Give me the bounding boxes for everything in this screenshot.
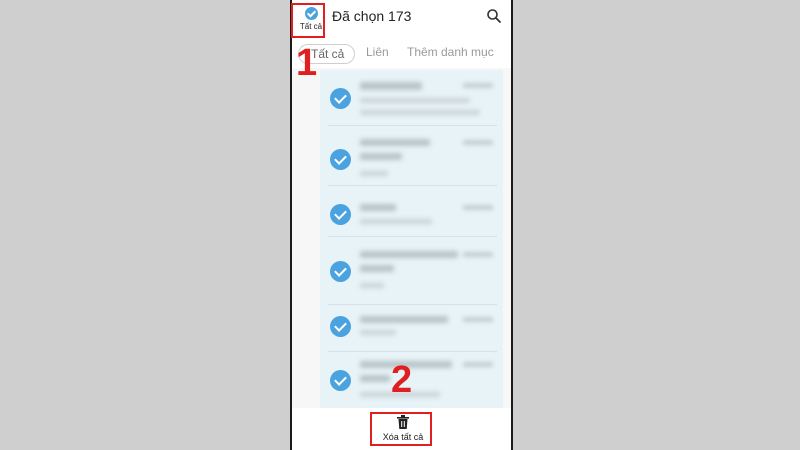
filter-tabs: Tất cả Liên Thêm danh mục: [292, 40, 511, 68]
list-item[interactable]: [320, 238, 503, 305]
search-icon[interactable]: [486, 8, 502, 24]
check-circle-icon[interactable]: [330, 370, 351, 391]
blurred-preview: [360, 98, 470, 103]
tab-contacts[interactable]: Liên: [366, 45, 389, 59]
list-item[interactable]: [320, 127, 503, 186]
step2-number: 2: [391, 359, 413, 401]
conversation-list: [320, 70, 503, 408]
divider: [328, 185, 497, 186]
selected-count-title: Đã chọn 173: [332, 8, 412, 24]
blurred-timestamp: [463, 317, 493, 322]
blurred-contact-name: [360, 265, 394, 272]
divider: [328, 351, 497, 352]
blurred-timestamp: [463, 205, 493, 210]
blurred-preview: [360, 283, 384, 288]
check-circle-icon[interactable]: [330, 316, 351, 337]
blurred-contact-name: [360, 204, 396, 211]
blurred-contact-name: [360, 251, 458, 258]
blurred-preview: [360, 219, 432, 224]
step2-highlight-box: [370, 412, 432, 446]
blurred-timestamp: [463, 252, 493, 257]
blurred-preview: [360, 171, 388, 176]
list-item[interactable]: [320, 187, 503, 237]
blurred-contact-name: [360, 139, 430, 146]
check-circle-icon[interactable]: [330, 88, 351, 109]
divider: [328, 125, 497, 126]
blurred-contact-name: [360, 316, 448, 323]
blurred-contact-name: [360, 153, 402, 160]
blurred-preview: [360, 110, 480, 115]
check-circle-icon[interactable]: [330, 149, 351, 170]
divider: [328, 304, 497, 305]
divider: [328, 236, 497, 237]
check-circle-icon[interactable]: [330, 261, 351, 282]
blurred-timestamp: [463, 362, 493, 367]
blurred-preview: [360, 330, 396, 335]
blurred-timestamp: [463, 83, 493, 88]
step1-number: 1: [296, 42, 318, 84]
check-circle-icon[interactable]: [330, 204, 351, 225]
tab-add-category[interactable]: Thêm danh mục: [407, 45, 494, 59]
blurred-contact-name: [360, 82, 422, 90]
list-item[interactable]: [320, 306, 503, 352]
step1-highlight-box: [291, 3, 325, 38]
list-item[interactable]: [320, 70, 503, 126]
blurred-timestamp: [463, 140, 493, 145]
blurred-contact-name: [360, 375, 390, 382]
